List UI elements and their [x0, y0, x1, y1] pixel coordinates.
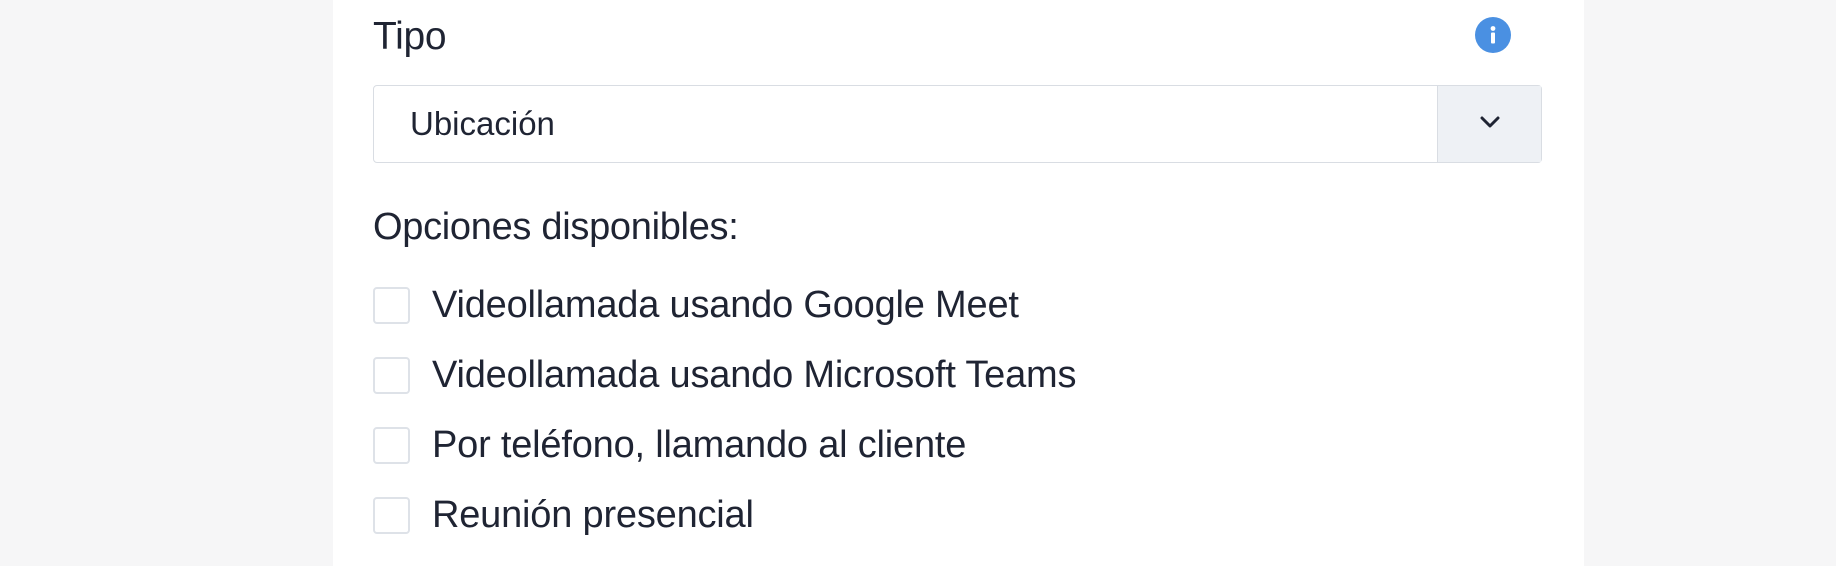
checkbox[interactable] [373, 426, 410, 464]
option-in-person[interactable]: Reunión presencial [373, 493, 754, 537]
option-label: Videollamada usando Google Meet [432, 283, 1019, 326]
option-label: Por teléfono, llamando al cliente [432, 423, 967, 466]
option-microsoft-teams[interactable]: Videollamada usando Microsoft Teams [373, 353, 1076, 397]
info-icon[interactable] [1475, 17, 1511, 53]
checkbox[interactable] [373, 286, 410, 324]
chevron-down-icon [1479, 115, 1501, 134]
option-phone-call[interactable]: Por teléfono, llamando al cliente [373, 423, 966, 467]
options-section-title: Opciones disponibles: [373, 206, 739, 248]
checkbox[interactable] [373, 496, 410, 534]
type-field-label: Tipo [373, 15, 447, 58]
option-google-meet[interactable]: Videollamada usando Google Meet [373, 283, 1019, 327]
select-arrow-button[interactable] [1437, 86, 1541, 162]
type-select-value: Ubicación [410, 105, 555, 142]
checkbox[interactable] [373, 356, 410, 394]
option-label: Reunión presencial [432, 493, 754, 536]
option-label: Videollamada usando Microsoft Teams [432, 353, 1077, 396]
type-select[interactable]: Ubicación [373, 85, 1542, 163]
